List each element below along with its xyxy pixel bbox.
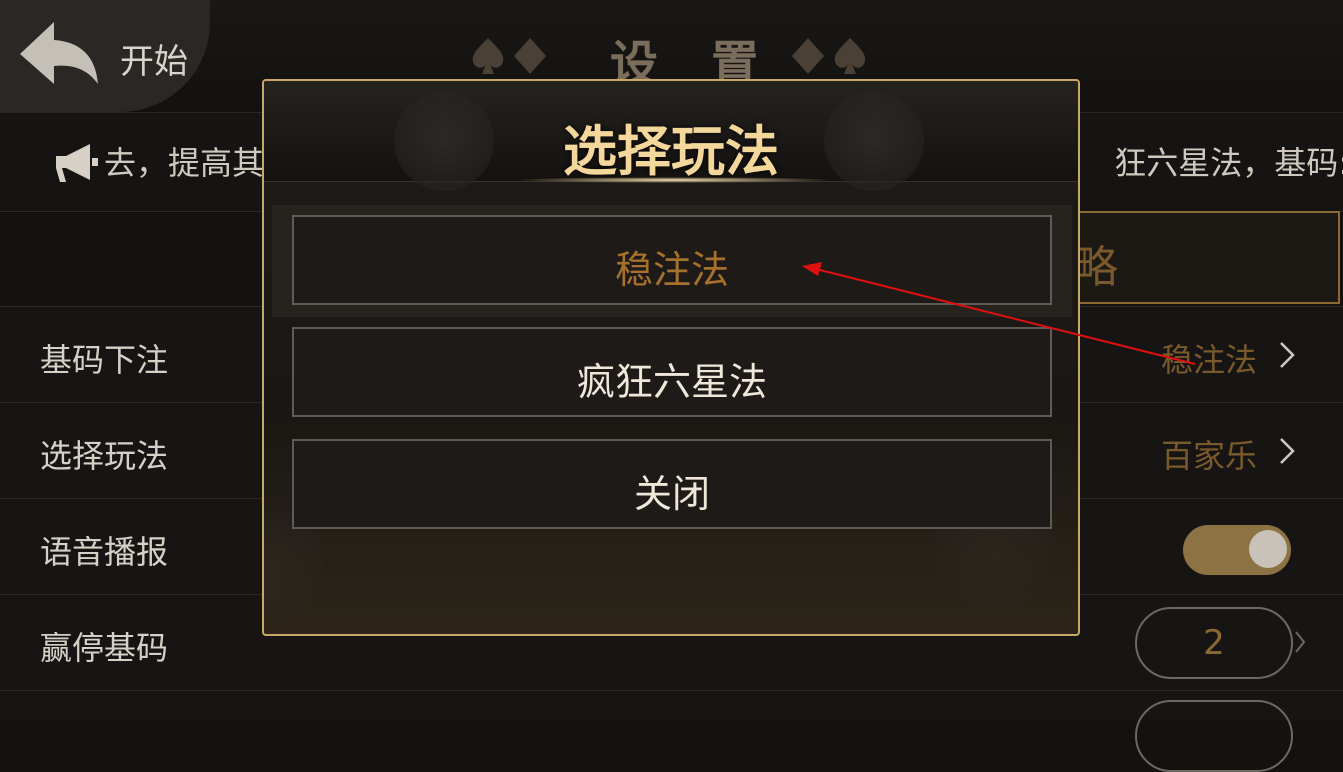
chevron-right-icon: [1280, 438, 1295, 464]
option-close[interactable]: 关闭: [292, 439, 1052, 529]
option-label: 关闭: [633, 472, 710, 516]
title-glow: [514, 177, 834, 183]
row-label: 语音播报: [40, 533, 169, 571]
announcement-text-right-clip: 狂六星法，基码:: [1080, 112, 1343, 210]
chevron-right-icon: [1280, 342, 1295, 368]
left-suit-decoration: [470, 36, 548, 76]
diamond-icon: [514, 38, 546, 74]
row-label: 赢停基码: [40, 629, 169, 667]
back-label[interactable]: 开始: [120, 34, 188, 83]
toggle-knob: [1249, 530, 1287, 568]
voice-toggle[interactable]: [1183, 525, 1291, 575]
spade-icon: [472, 38, 504, 74]
right-suit-decoration: [790, 36, 868, 76]
row-value: 百家乐: [1160, 437, 1257, 475]
back-arrow-icon[interactable]: [18, 18, 100, 88]
dialog-title: 选择玩法: [563, 120, 779, 183]
next-stepper[interactable]: [1135, 700, 1293, 772]
diamond-icon: [792, 38, 824, 74]
row-label: 选择玩法: [40, 437, 169, 475]
select-mode-dialog: 选择玩法 稳注法 疯狂六星法 关闭: [262, 79, 1080, 636]
dialog-header: 选择玩法: [264, 81, 1078, 191]
chevron-right-icon: [1295, 631, 1305, 653]
option-stable-bet[interactable]: 稳注法: [292, 215, 1052, 305]
win-stop-stepper[interactable]: 2: [1135, 607, 1293, 679]
strategy-button-label: 略: [1074, 242, 1118, 293]
strategy-button[interactable]: 略: [1060, 211, 1340, 304]
stepper-value: 2: [1203, 623, 1225, 663]
option-crazy-six-star[interactable]: 疯狂六星法: [292, 327, 1052, 417]
megaphone-icon: [56, 144, 98, 182]
spade-icon: [834, 38, 866, 74]
announcement-text-left: 去，提高其: [104, 144, 265, 182]
row-value: 稳注法: [1160, 341, 1257, 379]
option-label: 稳注法: [614, 248, 729, 292]
option-label: 疯狂六星法: [576, 360, 767, 404]
row-label: 基码下注: [40, 341, 169, 379]
announcement-text-right: 狂六星法，基码:: [1114, 144, 1343, 182]
